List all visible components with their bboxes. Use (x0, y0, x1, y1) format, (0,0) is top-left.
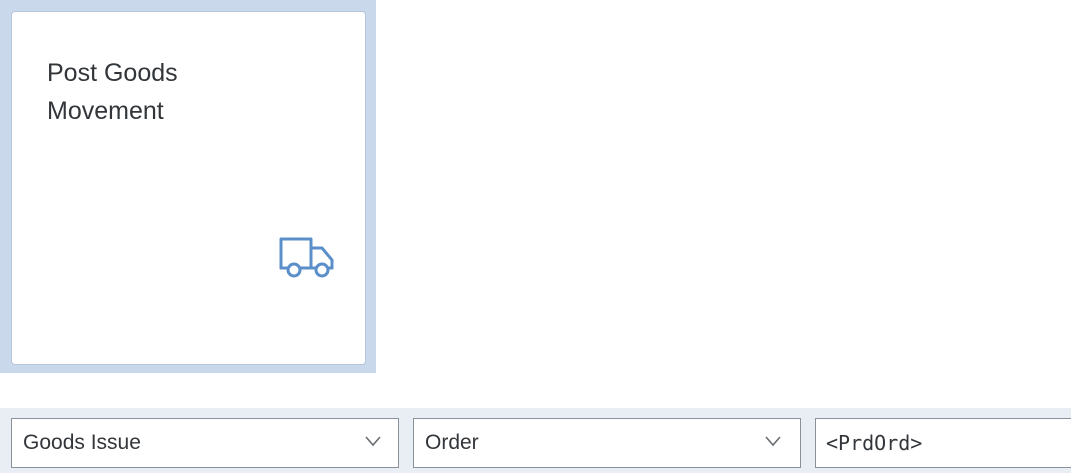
tile-title: Post Goods Movement (47, 54, 287, 130)
truck-icon (279, 237, 334, 278)
tile-frame: Post Goods Movement (0, 0, 376, 373)
movement-type-select[interactable]: Goods Issue (11, 418, 399, 468)
reference-document-value: Order (425, 431, 479, 454)
movement-type-value: Goods Issue (23, 431, 141, 454)
production-order-field[interactable]: <PrdOrd> (815, 418, 1071, 468)
chevron-down-icon[interactable] (364, 435, 382, 447)
tile-title-line-1: Post Goods (47, 59, 178, 87)
tile-title-line-2: Movement (47, 97, 164, 125)
chevron-down-icon[interactable] (764, 435, 782, 447)
post-goods-movement-tile[interactable]: Post Goods Movement (11, 11, 366, 365)
reference-document-select[interactable]: Order (413, 418, 801, 468)
